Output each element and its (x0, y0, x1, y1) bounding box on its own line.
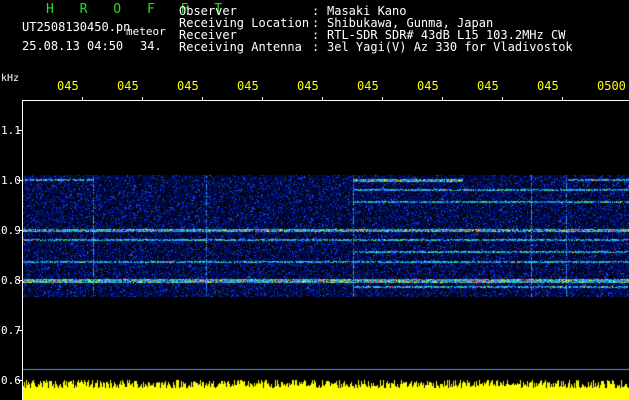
time-label-6: 045 (357, 79, 379, 93)
spectrogram-canvas (23, 101, 629, 400)
time-label-8: 045 (477, 79, 499, 93)
date-time-label: 25.08.13 04:50 (22, 39, 124, 53)
time-label-7: 045 (417, 79, 439, 93)
filename-label: UT2508130450.pn (22, 20, 131, 34)
antenna-value: 3el Yagi(V) Az 330 for Vladivostok (327, 40, 573, 54)
time-label-5: 045 (297, 79, 319, 93)
time-label-9: 045 (537, 79, 559, 93)
time-label-10: 0500 (597, 79, 626, 93)
time-label-2: 045 (117, 79, 139, 93)
time-label-4: 045 (237, 79, 259, 93)
time-label-3: 045 (177, 79, 199, 93)
spectrogram-window: H R O F F T UT2508130450.pn meteor 25.08… (0, 0, 629, 400)
meteor-label: meteor (126, 25, 166, 38)
meteor-count: 34. (140, 39, 162, 53)
time-label-1: 045 (57, 79, 79, 93)
frequency-unit-label: kHz (1, 73, 20, 84)
antenna-colon: : (312, 40, 320, 54)
antenna-key: Receiving Antenna (179, 40, 302, 54)
